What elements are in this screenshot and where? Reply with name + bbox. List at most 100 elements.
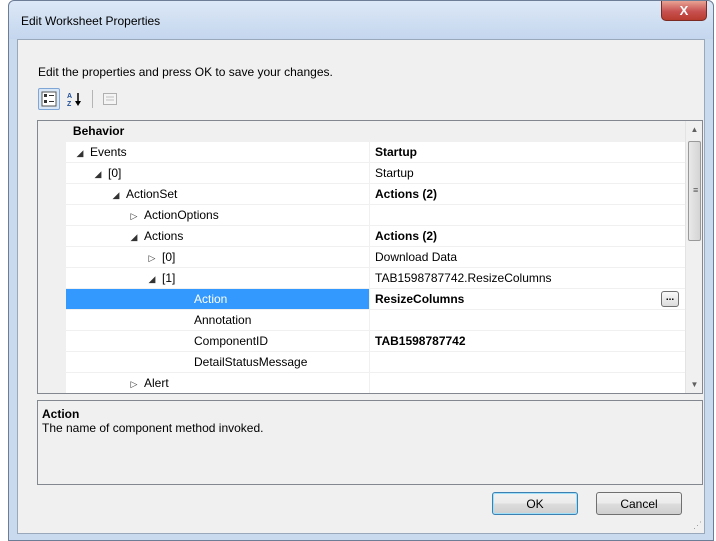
property-value-text: Startup bbox=[375, 145, 417, 159]
categorized-icon bbox=[41, 91, 57, 107]
property-value[interactable] bbox=[370, 373, 685, 393]
property-row[interactable]: ▷ Alert bbox=[38, 373, 685, 393]
expand-icon[interactable]: ▷ bbox=[128, 206, 140, 225]
ok-button[interactable]: OK bbox=[492, 492, 578, 515]
property-name[interactable]: ComponentID bbox=[66, 331, 370, 352]
alphabetical-button[interactable]: A Z bbox=[64, 88, 86, 110]
categorized-button[interactable] bbox=[38, 88, 60, 110]
property-name-label: [1] bbox=[162, 271, 176, 285]
property-value[interactable]: Actions (2) bbox=[370, 184, 685, 205]
property-row[interactable]: ◢ Actions Actions (2) bbox=[38, 226, 685, 247]
property-grid: ◢Behavior◢EventsStartup◢[0]Startup◢Actio… bbox=[37, 120, 703, 394]
property-name[interactable]: ◢ [0] bbox=[66, 163, 370, 184]
scroll-grip-icon: ≡ bbox=[693, 185, 699, 195]
property-row[interactable]: DetailStatusMessage bbox=[38, 352, 685, 373]
property-value-text: Actions (2) bbox=[375, 187, 438, 201]
collapse-icon[interactable]: ◢ bbox=[110, 185, 122, 204]
vertical-scrollbar[interactable]: ▲ ≡ ▼ bbox=[685, 121, 702, 393]
property-row[interactable]: ◢ ActionSet Actions (2) bbox=[38, 184, 685, 205]
row-gutter bbox=[38, 310, 66, 331]
toolbar-separator bbox=[92, 90, 93, 108]
property-name-label: DetailStatusMessage bbox=[194, 355, 308, 369]
property-name[interactable]: ▷ [0] bbox=[66, 247, 370, 268]
property-name-label: Behavior bbox=[72, 124, 125, 138]
collapse-icon[interactable]: ◢ bbox=[74, 143, 86, 162]
property-name[interactable]: DetailStatusMessage bbox=[66, 352, 370, 373]
row-gutter bbox=[38, 142, 66, 163]
property-value[interactable] bbox=[370, 205, 685, 226]
description-panel: Action The name of component method invo… bbox=[37, 400, 703, 485]
collapse-icon[interactable]: ◢ bbox=[146, 269, 158, 288]
title-bar[interactable]: Edit Worksheet Properties X bbox=[9, 1, 713, 39]
property-value[interactable] bbox=[370, 310, 685, 331]
property-value[interactable] bbox=[370, 352, 685, 373]
property-value[interactable]: TAB1598787742 bbox=[370, 331, 685, 352]
property-row[interactable]: ◢ [1] TAB1598787742.ResizeColumns bbox=[38, 268, 685, 289]
row-gutter bbox=[38, 226, 66, 247]
property-name-label: Action bbox=[194, 292, 228, 306]
description-text: The name of component method invoked. bbox=[42, 421, 264, 435]
instruction-text: Edit the properties and press OK to save… bbox=[38, 65, 333, 79]
property-pages-button[interactable] bbox=[99, 88, 121, 110]
property-row[interactable]: ◢ Events Startup bbox=[38, 142, 685, 163]
row-gutter bbox=[38, 352, 66, 373]
property-name-label: Alert bbox=[144, 376, 169, 390]
property-value-text: Download Data bbox=[375, 250, 458, 264]
property-name-label: ActionOptions bbox=[144, 208, 219, 222]
property-pages-icon bbox=[103, 93, 117, 105]
property-name[interactable]: ▷ ActionOptions bbox=[66, 205, 370, 226]
property-value[interactable]: ResizeColumns... bbox=[370, 289, 685, 310]
row-gutter bbox=[38, 247, 66, 268]
property-row[interactable]: Annotation bbox=[38, 310, 685, 331]
property-name[interactable]: ◢ ActionSet bbox=[66, 184, 370, 205]
property-name[interactable]: ◢ [1] bbox=[66, 268, 370, 289]
row-gutter bbox=[38, 331, 66, 352]
property-name[interactable]: Action bbox=[66, 289, 370, 310]
scroll-thumb[interactable]: ≡ bbox=[688, 141, 701, 241]
property-value-text: TAB1598787742 bbox=[375, 334, 466, 348]
property-value-text: ResizeColumns bbox=[375, 292, 465, 306]
property-name[interactable]: ◢Behavior bbox=[66, 121, 370, 142]
svg-text:Z: Z bbox=[67, 101, 72, 107]
description-title: Action bbox=[42, 407, 80, 421]
window-title: Edit Worksheet Properties bbox=[21, 14, 161, 28]
property-row[interactable]: ComponentID TAB1598787742 bbox=[38, 331, 685, 352]
collapse-icon[interactable]: ◢ bbox=[92, 164, 104, 183]
close-icon: X bbox=[679, 3, 689, 18]
property-row[interactable]: Action ResizeColumns... bbox=[38, 289, 685, 310]
collapse-icon[interactable]: ◢ bbox=[128, 227, 140, 246]
property-name[interactable]: ◢ Actions bbox=[66, 226, 370, 247]
row-gutter bbox=[38, 121, 66, 142]
cancel-button[interactable]: Cancel bbox=[596, 492, 682, 515]
property-row[interactable]: ◢Behavior bbox=[38, 121, 685, 142]
property-value[interactable]: TAB1598787742.ResizeColumns bbox=[370, 268, 685, 289]
row-gutter bbox=[38, 268, 66, 289]
scroll-down-icon[interactable]: ▼ bbox=[686, 376, 702, 393]
property-row[interactable]: ◢ [0] Startup bbox=[38, 163, 685, 184]
row-gutter bbox=[38, 205, 66, 226]
expand-icon[interactable]: ▷ bbox=[146, 248, 158, 267]
close-button[interactable]: X bbox=[661, 1, 707, 21]
property-value[interactable]: Download Data bbox=[370, 247, 685, 268]
property-name[interactable]: Annotation bbox=[66, 310, 370, 331]
property-row[interactable]: ▷ [0] Download Data bbox=[38, 247, 685, 268]
row-gutter bbox=[38, 163, 66, 184]
resize-grip-icon[interactable]: ⋰ bbox=[693, 520, 702, 531]
scroll-up-icon[interactable]: ▲ bbox=[686, 121, 702, 138]
property-value[interactable]: Actions (2) bbox=[370, 226, 685, 247]
property-name-label: ComponentID bbox=[194, 334, 269, 348]
property-value-text: Actions (2) bbox=[375, 229, 438, 243]
property-row[interactable]: ▷ ActionOptions bbox=[38, 205, 685, 226]
property-name-label: [0] bbox=[108, 166, 122, 180]
dialog-window: Edit Worksheet Properties X Edit the pro… bbox=[8, 0, 714, 541]
property-name[interactable]: ◢ Events bbox=[66, 142, 370, 163]
expand-icon[interactable]: ▷ bbox=[128, 374, 140, 393]
property-value-text: TAB1598787742.ResizeColumns bbox=[375, 271, 552, 285]
property-name[interactable]: ▷ Alert bbox=[66, 373, 370, 393]
svg-text:A: A bbox=[67, 93, 72, 100]
ok-button-label: OK bbox=[526, 496, 544, 511]
property-value[interactable]: Startup bbox=[370, 163, 685, 184]
property-value[interactable]: Startup bbox=[370, 142, 685, 163]
row-gutter bbox=[38, 184, 66, 205]
ellipsis-button[interactable]: ... bbox=[661, 291, 679, 307]
